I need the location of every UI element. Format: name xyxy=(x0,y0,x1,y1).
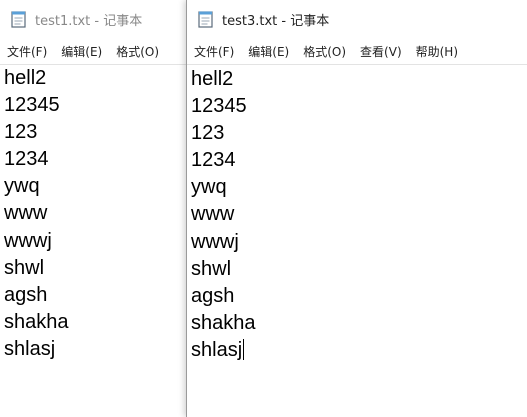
menu-help[interactable]: 帮助(H) xyxy=(409,43,465,60)
notepad-icon xyxy=(197,10,215,28)
text-line: 1234 xyxy=(4,148,49,171)
menu-bar: 文件(F) 编辑(E) 格式(O) xyxy=(0,38,186,64)
text-caret xyxy=(243,338,245,360)
text-line: agsh xyxy=(4,283,48,306)
text-line: shwl xyxy=(4,256,45,279)
notepad-window-test3[interactable]: test3.txt - 记事本 文件(F) 编辑(E) 格式(O) 查看(V) … xyxy=(186,0,527,417)
text-line: wwwj xyxy=(191,230,239,253)
text-line: shlasj xyxy=(4,337,56,360)
menu-file[interactable]: 文件(F) xyxy=(0,43,54,60)
text-line: 1234 xyxy=(191,149,236,172)
title-bar[interactable]: test3.txt - 记事本 xyxy=(187,0,527,38)
text-line: www xyxy=(4,202,48,225)
text-line-last: shlasj xyxy=(191,337,527,364)
text-line: hell2 xyxy=(4,67,47,89)
text-line: www xyxy=(191,203,235,226)
text-line: 12345 xyxy=(4,94,60,117)
text-line: 12345 xyxy=(191,95,247,118)
window-title: test1.txt - 记事本 xyxy=(35,13,143,29)
menu-edit[interactable]: 编辑(E) xyxy=(54,43,109,60)
text-editor[interactable]: hell2 12345 123 1234 ywq www wwwj shwl a… xyxy=(0,64,186,417)
menu-format[interactable]: 格式(O) xyxy=(109,43,166,60)
menu-format[interactable]: 格式(O) xyxy=(296,43,353,60)
notepad-icon xyxy=(10,10,28,28)
text-line: hell2 xyxy=(191,68,234,90)
title-bar[interactable]: test1.txt - 记事本 xyxy=(0,0,186,38)
notepad-window-test1[interactable]: test1.txt - 记事本 文件(F) 编辑(E) 格式(O) hell2 … xyxy=(0,0,187,417)
menu-file[interactable]: 文件(F) xyxy=(187,43,241,60)
text-line: shwl xyxy=(191,257,232,280)
text-line-content: shlasj xyxy=(191,338,243,361)
text-line: 123 xyxy=(4,121,38,144)
text-line: ywq xyxy=(191,176,227,199)
text-line: shakha xyxy=(4,310,69,333)
text-line: ywq xyxy=(4,175,40,198)
text-line: wwwj xyxy=(4,229,52,252)
window-title: test3.txt - 记事本 xyxy=(222,13,330,29)
text-line: agsh xyxy=(191,284,235,307)
menu-edit[interactable]: 编辑(E) xyxy=(241,43,296,60)
menu-view[interactable]: 查看(V) xyxy=(353,43,409,60)
menu-bar: 文件(F) 编辑(E) 格式(O) 查看(V) 帮助(H) xyxy=(187,38,527,64)
text-editor[interactable]: hell2 12345 123 1234 ywq www wwwj shwl a… xyxy=(187,64,527,417)
text-line: shakha xyxy=(191,311,256,334)
text-line: 123 xyxy=(191,122,225,145)
